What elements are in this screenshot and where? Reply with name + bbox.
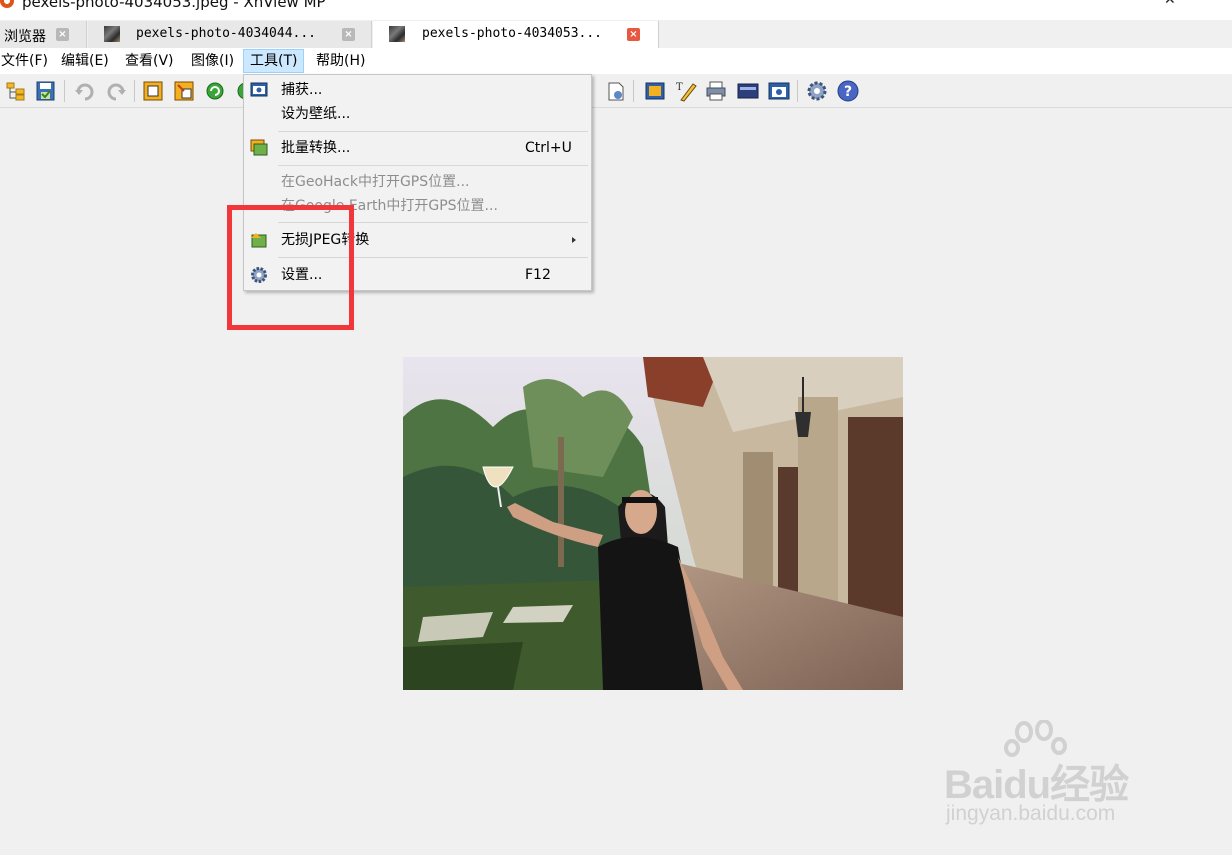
toolbar-separator xyxy=(633,80,634,102)
menu-tools[interactable]: 工具(T) xyxy=(243,49,305,73)
resize-button[interactable] xyxy=(173,80,195,102)
baidu-jingyan-watermark: Baidu经验 jingyan.baidu.com xyxy=(944,720,1174,830)
browser-button[interactable] xyxy=(5,80,27,102)
settings-icon xyxy=(807,81,827,101)
menu-item-label: 捕获... xyxy=(281,82,323,98)
capture-button[interactable] xyxy=(768,80,790,102)
tab-label: pexels-photo-4034044... xyxy=(136,26,317,41)
info-icon xyxy=(608,82,624,101)
menu-help[interactable]: 帮助(H) xyxy=(315,52,366,72)
rotate-button[interactable] xyxy=(204,80,226,102)
print-icon xyxy=(706,81,726,101)
watermark-url: jingyan.baidu.com xyxy=(946,802,1116,825)
scan-button[interactable] xyxy=(737,80,759,102)
toolbar: T ? xyxy=(0,74,1232,108)
edit-text-button[interactable]: T xyxy=(675,80,697,102)
fit-button[interactable] xyxy=(644,80,666,102)
crop-icon xyxy=(143,81,163,101)
menu-file[interactable]: 文件(F) xyxy=(0,52,49,72)
window-title: pexels-photo-4034053.jpeg - XnView MP xyxy=(22,0,326,11)
menu-view[interactable]: 查看(V) xyxy=(124,52,175,72)
print-button[interactable] xyxy=(705,80,727,102)
redo-icon xyxy=(107,83,126,101)
undo-icon xyxy=(75,83,94,101)
toolbar-separator xyxy=(64,80,65,102)
menu-image[interactable]: 图像(I) xyxy=(190,52,235,72)
xnview-app-icon xyxy=(0,0,14,8)
tab-label: 浏览器 xyxy=(4,29,46,45)
crop-button[interactable] xyxy=(142,80,164,102)
redo-button[interactable] xyxy=(105,80,127,102)
scan-icon xyxy=(737,83,759,99)
save-icon xyxy=(36,81,55,101)
tab-photo-4034053[interactable]: pexels-photo-4034053... × xyxy=(373,21,659,49)
batch-convert-icon xyxy=(250,139,268,156)
photo-thumbnail-icon xyxy=(389,26,405,42)
xnview-window: pexels-photo-4034053.jpeg - XnView MP ✕ … xyxy=(0,0,1232,855)
browser-icon xyxy=(6,82,25,101)
save-button[interactable] xyxy=(35,80,57,102)
woman-toasting-photo xyxy=(403,357,903,690)
menu-separator xyxy=(278,165,588,166)
menu-item-open-geohack: 在GeoHack中打开GPS位置... xyxy=(245,170,590,194)
tab-photo-4034044[interactable]: pexels-photo-4034044... × xyxy=(88,21,372,48)
help-button[interactable]: ? xyxy=(837,80,859,102)
toolbar-separator xyxy=(134,80,135,102)
menu-edit[interactable]: 编辑(E) xyxy=(60,52,110,72)
red-highlight-box xyxy=(227,205,354,330)
tab-close-icon[interactable]: × xyxy=(627,28,640,41)
fit-icon xyxy=(645,82,665,100)
toolbar-separator xyxy=(797,80,798,102)
submenu-arrow-icon xyxy=(572,237,576,243)
rotate-icon xyxy=(206,82,224,100)
tab-browser[interactable]: 浏览器 × xyxy=(0,21,87,48)
resize-icon xyxy=(174,81,194,101)
svg-text:?: ? xyxy=(844,84,852,100)
menu-item-shortcut: Ctrl+U xyxy=(525,140,572,156)
tab-close-icon[interactable]: × xyxy=(56,28,69,41)
svg-text:T: T xyxy=(676,82,683,93)
help-icon: ? xyxy=(837,80,859,102)
undo-button[interactable] xyxy=(74,80,96,102)
edit-text-icon: T xyxy=(676,82,697,102)
menu-item-shortcut: F12 xyxy=(525,267,551,283)
menu-separator xyxy=(278,131,588,132)
menu-item-label: 在GeoHack中打开GPS位置... xyxy=(281,174,470,190)
menu-item-set-wallpaper[interactable]: 设为壁纸... xyxy=(245,102,590,126)
menu-bar: 文件(F) 编辑(E) 查看(V) 图像(I) 工具(T) 帮助(H) xyxy=(0,48,1232,74)
menu-item-label: 批量转换... xyxy=(281,140,351,156)
tab-label: pexels-photo-4034053... xyxy=(422,26,603,41)
capture-icon xyxy=(768,82,790,100)
photo-thumbnail-icon xyxy=(104,26,120,42)
menu-item-batch-convert[interactable]: 批量转换... Ctrl+U xyxy=(245,136,590,160)
info-button[interactable] xyxy=(605,80,627,102)
menu-item-label: 设为壁纸... xyxy=(281,106,351,122)
photo-viewer-image[interactable] xyxy=(403,357,903,690)
title-bar: pexels-photo-4034053.jpeg - XnView MP ✕ xyxy=(0,0,1232,20)
settings-button[interactable] xyxy=(806,80,828,102)
tab-bar: 浏览器 × pexels-photo-4034044... × pexels-p… xyxy=(0,20,1232,49)
tab-close-icon[interactable]: × xyxy=(342,28,355,41)
close-window-icon[interactable]: ✕ xyxy=(1164,0,1176,8)
capture-icon xyxy=(250,82,268,97)
menu-item-capture[interactable]: 捕获... xyxy=(245,78,590,102)
